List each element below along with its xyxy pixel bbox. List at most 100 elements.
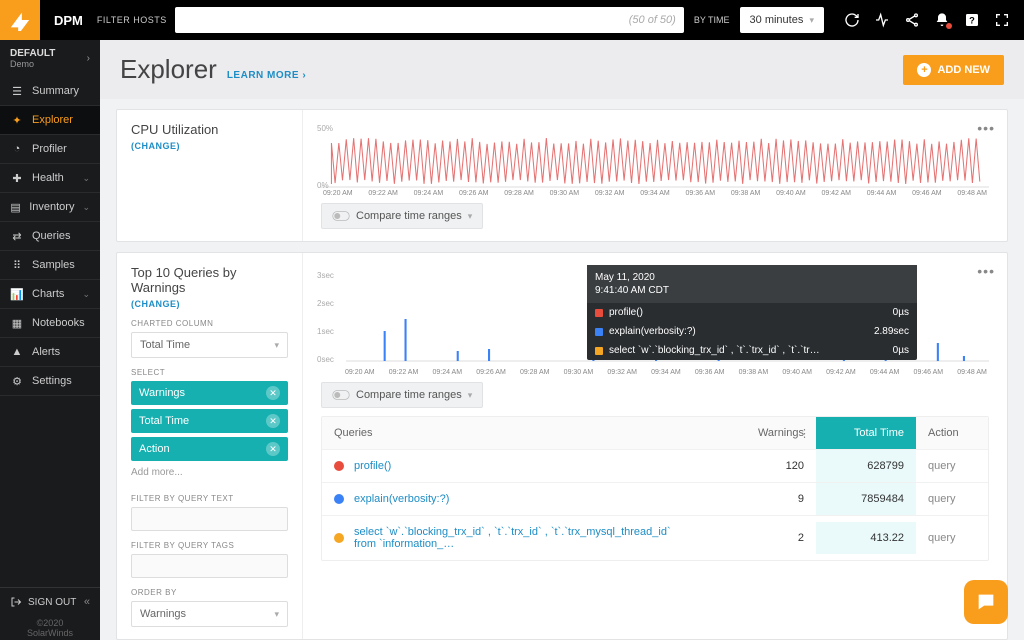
nav-label: Samples (32, 259, 75, 271)
warnings-cell: 2 (706, 522, 816, 554)
sidebar-item-samples[interactable]: ⠿Samples (0, 251, 100, 280)
totaltime-cell: 628799 (816, 450, 916, 482)
sidebar-item-summary[interactable]: ☰Summary (0, 77, 100, 106)
sidebar-item-notebooks[interactable]: ▦Notebooks (0, 309, 100, 338)
filter-tags-label: FILTER BY QUERY TAGS (131, 541, 288, 550)
nav-label: Health (32, 172, 64, 184)
add-more-link[interactable]: Add more... (131, 461, 288, 484)
sidebar-item-settings[interactable]: ⚙ Settings (0, 367, 100, 396)
svg-text:?: ? (969, 15, 975, 25)
table-row[interactable]: select `w`.`blocking_trx_id` , `t`.`trx_… (322, 515, 988, 560)
notebooks-icon: ▦ (10, 316, 24, 330)
th-warnings[interactable]: Warnings⋮ (706, 417, 816, 449)
query-link[interactable]: profile() (354, 460, 391, 472)
sidebar-item-health[interactable]: ✚Health⌄ (0, 164, 100, 193)
xaxis: 09:20 AM09:22 AM09:24 AM09:26 AM09:28 AM… (321, 369, 989, 376)
fullscreen-icon[interactable] (994, 12, 1010, 28)
th-totaltime[interactable]: Total Time (816, 417, 916, 449)
remove-icon[interactable]: ✕ (266, 414, 280, 428)
charted-column-label: CHARTED COLUMN (131, 319, 288, 328)
charts-icon: 📊 (10, 287, 24, 301)
pill-total-time[interactable]: Total Time✕ (131, 409, 288, 433)
learn-more-link[interactable]: LEARN MORE › (227, 70, 306, 81)
page-title: Explorer (120, 54, 217, 85)
panel2-change-link[interactable]: (CHANGE) (131, 299, 288, 309)
chart-tooltip: May 11, 20209:41:40 AM CDT profile()0µse… (587, 265, 917, 360)
ylabel: 1sec (317, 327, 334, 336)
nav-label: Settings (32, 375, 72, 387)
warnings-cell: 120 (706, 450, 816, 482)
pill-action[interactable]: Action✕ (131, 437, 288, 461)
charted-column-dropdown[interactable]: Total Time▾ (131, 332, 288, 358)
refresh-icon[interactable] (844, 12, 860, 28)
sign-out-button[interactable]: SIGN OUT « (0, 587, 100, 616)
chevron-down-icon: ▾ (468, 211, 473, 222)
queries-table: Queries Warnings⋮ Total Time Action prof… (321, 416, 989, 561)
bell-icon[interactable] (934, 12, 950, 28)
toggle-icon (332, 210, 350, 222)
panel1-title: CPU Utilization (131, 122, 288, 137)
time-range-dropdown[interactable]: 30 minutes ▾ (740, 7, 824, 33)
tooltip-row: explain(verbosity:?)2.89sec (587, 322, 917, 341)
sidebar-item-queries[interactable]: ⇄Queries (0, 222, 100, 251)
topbar: DPM FILTER HOSTS (50 of 50) BY TIME 30 m… (0, 0, 1024, 40)
tooltip-row: select `w`.`blocking_trx_id` , `t`.`trx_… (587, 341, 917, 360)
table-header: Queries Warnings⋮ Total Time Action (322, 417, 988, 449)
cpu-chart[interactable]: 50% 0% (321, 126, 989, 188)
compare-time-ranges-button[interactable]: Compare time ranges ▾ (321, 382, 483, 408)
plus-icon: + (917, 63, 931, 77)
help-icon[interactable]: ? (964, 12, 980, 28)
compare-time-ranges-button[interactable]: Compare time ranges ▾ (321, 203, 483, 229)
add-new-button[interactable]: +ADD NEW (903, 55, 1004, 85)
brand: DPM (40, 13, 97, 28)
filter-text-label: FILTER BY QUERY TEXT (131, 494, 288, 503)
remove-icon[interactable]: ✕ (266, 386, 280, 400)
filter-text-input[interactable] (131, 507, 288, 531)
sort-icon[interactable]: ⋮ (799, 427, 810, 440)
action-cell: query (916, 483, 988, 515)
th-action[interactable]: Action (916, 417, 988, 449)
chat-fab[interactable] (964, 580, 1008, 624)
orderby-dropdown[interactable]: Warnings▾ (131, 601, 288, 627)
share-icon[interactable] (904, 12, 920, 28)
pill-warnings[interactable]: Warnings✕ (131, 381, 288, 405)
filter-hosts-input[interactable]: (50 of 50) (175, 7, 684, 33)
chevron-down-icon: ▾ (274, 609, 279, 620)
sidebar-item-inventory[interactable]: ▤ Inventory ⌄ (0, 193, 100, 222)
org-default: DEFAULT (10, 48, 55, 59)
ylabel: 0sec (317, 355, 334, 364)
filter-tags-input[interactable] (131, 554, 288, 578)
th-queries[interactable]: Queries (322, 417, 706, 449)
settings-icon: ⚙ (10, 374, 24, 388)
action-cell: query (916, 522, 988, 554)
select-label: SELECT (131, 368, 288, 377)
activity-icon[interactable] (874, 12, 890, 28)
chevron-down-icon: ⌄ (82, 202, 90, 213)
sidebar-item-profiler[interactable]: ◔Profiler (0, 135, 100, 164)
sidebar-item-charts[interactable]: 📊Charts⌄ (0, 280, 100, 309)
warnings-cell: 9 (706, 483, 816, 515)
table-row[interactable]: explain(verbosity:?) 97859484query (322, 482, 988, 515)
totaltime-cell: 7859484 (816, 483, 916, 515)
collapse-sidebar-icon[interactable]: « (84, 596, 90, 608)
panel2-title: Top 10 Queries by Warnings (131, 265, 288, 295)
org-name: Demo (10, 59, 34, 69)
panel1-change-link[interactable]: (CHANGE) (131, 141, 288, 151)
remove-icon[interactable]: ✕ (266, 442, 280, 456)
sidebar-item-alerts[interactable]: ▲Alerts (0, 338, 100, 367)
toggle-icon (332, 389, 350, 401)
nav-label: Charts (32, 288, 64, 300)
sidebar: DEFAULTDemo › ☰Summary✦Explorer◔Profiler… (0, 40, 100, 640)
series-dot (334, 494, 344, 504)
table-row[interactable]: profile()120628799query (322, 449, 988, 482)
inventory-icon: ▤ (10, 200, 21, 214)
queries-chart[interactable]: 3sec 2sec 1sec 0sec May 11, 20209:41:40 … (321, 271, 989, 367)
chat-icon (975, 591, 997, 613)
page-header: Explorer LEARN MORE › +ADD NEW (100, 40, 1024, 99)
nav-label: Inventory (29, 201, 74, 213)
org-switcher[interactable]: DEFAULTDemo › (0, 40, 100, 77)
sidebar-item-explorer[interactable]: ✦Explorer (0, 106, 100, 135)
ylabel: 3sec (317, 271, 334, 280)
query-link[interactable]: explain(verbosity:?) (354, 493, 449, 505)
query-link[interactable]: select `w`.`blocking_trx_id` , `t`.`trx_… (354, 526, 694, 550)
